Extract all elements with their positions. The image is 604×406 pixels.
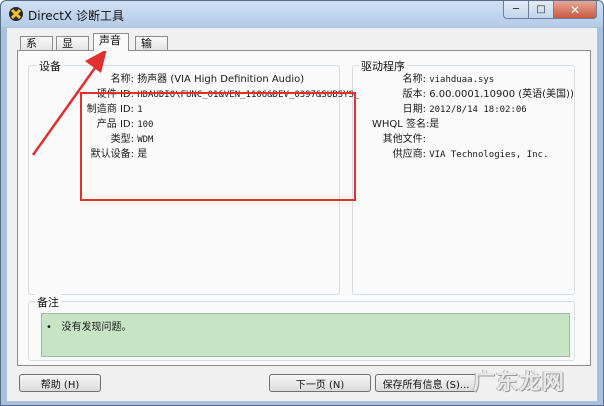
save-all-info-button[interactable]: 保存所有信息 (S)... [375, 374, 477, 392]
tab-label: 声音 [99, 34, 121, 47]
close-icon: ✕ [569, 2, 581, 17]
maximize-icon: □ [536, 4, 546, 15]
driver-whql-row: WHQL 签名: 是 [372, 118, 439, 131]
window-title: DirectX 诊断工具 [28, 9, 124, 23]
sound-tab-panel: 设备 驱动程序 名称: 扬声器 (VIA High Definition Aud… [17, 50, 591, 366]
tab-sound[interactable]: 声音 [93, 33, 129, 51]
driver-version-value: 6.00.0001.10900 (英语(美国)) [429, 89, 574, 100]
note-item: • 没有发现问题。 [46, 318, 131, 333]
save-all-info-button-label: 保存所有信息 (S)... [382, 379, 470, 391]
driver-name-row: 名称: viahduaa.sys [372, 73, 495, 87]
caption-buttons: ─ □ ✕ [503, 1, 597, 19]
next-page-button[interactable]: 下一页 (N) [269, 374, 371, 392]
directx-app-icon [9, 7, 23, 21]
notes-area[interactable]: • 没有发现问题。 [41, 313, 570, 357]
tab-display[interactable]: 显示 [56, 36, 89, 63]
driver-whql-key: WHQL 签名: [372, 119, 430, 130]
driver-name-key: 名称: [402, 74, 426, 85]
device-group-title: 设备 [37, 58, 63, 74]
driver-provider-value: VIA Technologies, Inc. [429, 150, 549, 160]
annotation-highlight-box [80, 92, 356, 201]
driver-group-title: 驱动程序 [359, 58, 407, 74]
driver-date-value: 2012/8/14 18:02:06 [429, 105, 527, 115]
device-name-key: 名称: [110, 74, 134, 85]
driver-date-key: 日期: [402, 104, 426, 115]
driver-whql-value: 是 [429, 119, 440, 130]
device-name-value: 扬声器 (VIA High Definition Audio) [137, 74, 305, 85]
driver-version-key: 版本: [402, 89, 426, 100]
driver-date-row: 日期: 2012/8/14 18:02:06 [372, 103, 527, 117]
directx-diagnostic-window: DirectX 诊断工具 ─ □ ✕ 系统 显示 声音 输入 设 [0, 0, 604, 406]
notes-groupbox: 备注 • 没有发现问题。 [28, 294, 575, 361]
driver-provider-key: 供应商: [392, 149, 426, 160]
close-button[interactable]: ✕ [554, 1, 597, 19]
tab-input[interactable]: 输入 [135, 36, 168, 63]
driver-version-row: 版本: 6.00.0001.10900 (英语(美国)) [372, 88, 574, 101]
watermark-logo: 广东龙网 [473, 370, 566, 395]
maximize-button[interactable]: □ [529, 1, 554, 19]
help-button[interactable]: 帮助 (H) [19, 374, 101, 392]
driver-other-files-key: 其他文件: [382, 134, 426, 145]
help-button-label: 帮助 (H) [40, 379, 80, 391]
tab-system[interactable]: 系统 [20, 36, 53, 63]
minimize-icon: ─ [512, 4, 520, 15]
driver-provider-row: 供应商: VIA Technologies, Inc. [372, 148, 549, 162]
driver-name-value: viahduaa.sys [429, 75, 495, 85]
notes-group-title: 备注 [35, 294, 61, 310]
title-bar[interactable]: DirectX 诊断工具 ─ □ ✕ [1, 1, 603, 27]
minimize-button[interactable]: ─ [503, 1, 529, 19]
client-area: 系统 显示 声音 输入 设备 驱动程序 名称: 扬声器 (VIA High De… [7, 28, 597, 401]
note-item-text: 没有发现问题。 [61, 322, 132, 333]
bullet-icon: • [46, 322, 52, 333]
device-name-row: 名称: 扬声器 (VIA High Definition Audio) [80, 73, 305, 86]
next-page-button-label: 下一页 (N) [295, 379, 345, 391]
driver-other-files-row: 其他文件: [372, 133, 426, 147]
